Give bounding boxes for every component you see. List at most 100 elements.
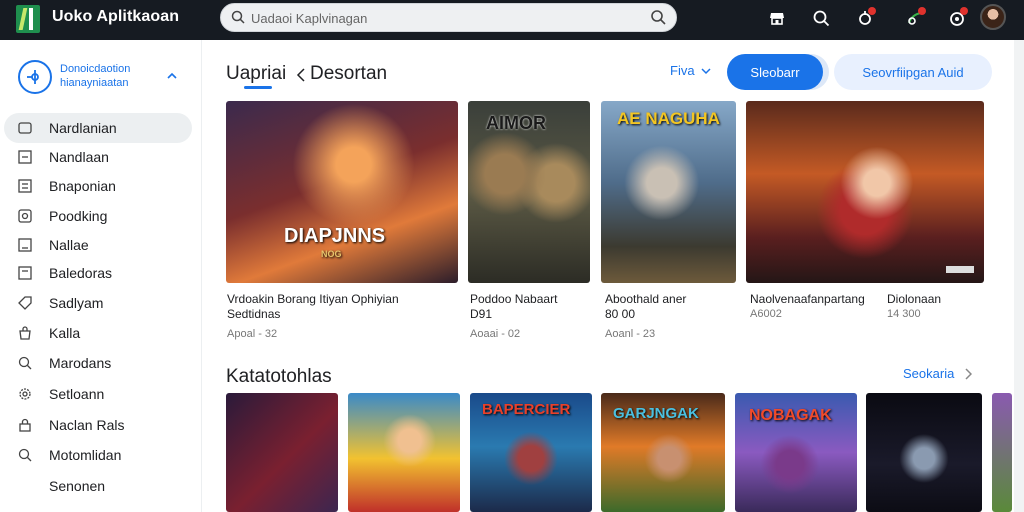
sidebar-item-label: Poodking [49,208,108,224]
scrollbar[interactable] [1014,40,1024,512]
thumb-card-4[interactable]: NOBAGAK [735,393,857,512]
chevron-left-icon[interactable] [296,68,306,82]
sidebar-item-8[interactable]: Marodans [4,348,192,378]
cover-title: AIMOR [486,113,546,133]
cover-title: GARJNGAK [613,405,699,422]
notification-icon[interactable] [853,6,877,30]
thumb-card-1[interactable] [348,393,460,512]
notification-badge [868,7,876,15]
avatar[interactable] [980,4,1006,30]
filter-dropdown[interactable]: Fiva [670,63,711,78]
card-meta: A6002 [750,308,782,320]
grid-icon [18,266,32,280]
lock-icon [19,418,31,432]
card-subtitle: 80 00 [605,307,636,321]
card-title: Naolvenaafanpartang [750,292,865,306]
store-icon[interactable] [765,6,789,30]
gear-icon [19,388,31,400]
sidebar-header-label: Donoicdaotion hianayniaatan [60,63,131,89]
thumb-card-0[interactable] [226,393,338,512]
sidebar-item-label: Nardlanian [49,120,117,136]
tab-underline [244,86,272,89]
search-icon[interactable] [809,6,833,30]
sidebar-item-label: Nandlaan [49,149,109,165]
games-icon [18,122,32,134]
sidebar-item-label: Senonen [49,478,106,494]
sidebar-item-0[interactable]: Nardlanian [4,113,192,143]
tab-desortan[interactable]: Desortan [310,63,387,85]
book-icon [18,238,32,252]
section-title: Uapriai [226,63,287,84]
alert-badge [960,7,968,15]
sidebar-item-7[interactable]: Kalla [4,318,192,348]
card-meta: 14 300 [887,308,921,320]
sidebar-item-label: Setloann [49,386,105,402]
see-all-label: Seokaria [903,366,955,381]
top-bar: Uoko Aplitkaoan [0,0,1024,40]
sidebar-item-label: Motomlidan [49,447,122,463]
search-submit-icon[interactable] [650,9,666,25]
search-bar[interactable] [220,3,677,32]
sidebar-item-3[interactable]: Poodking [4,201,192,231]
sidebar-item-4[interactable]: Nallae [4,230,192,260]
rating-badge [946,266,974,273]
alert-icon[interactable] [945,6,969,30]
card-title: Poddoo Nabaart [470,292,558,306]
sidebar-item-12[interactable]: Senonen [4,471,192,501]
sidebar-item-label: Baledoras [49,265,113,281]
chevron-down-icon [701,67,711,74]
sidebar-item-10[interactable]: Naclan Rals [4,410,192,440]
sidebar-item-2[interactable]: Bnaponian [4,171,192,201]
sidebar-item-label: Bnaponian [49,178,116,194]
thumb-card-3[interactable]: GARJNGAK [601,393,725,512]
sidebar-item-6[interactable]: Sadlyam [4,288,192,318]
chat-icon[interactable] [903,6,927,30]
list-icon [18,150,32,164]
featured-card-0[interactable]: DIAPJNNS NOG [226,101,458,283]
thumb-card-2[interactable]: BAPERCIER [470,393,592,512]
compass-icon [18,60,52,94]
sidebar: Donoicdaotion hianayniaatan Nardlanian N… [0,40,202,512]
chevron-up-icon[interactable] [166,70,178,82]
cover-title: AE NAGUHA [617,109,720,128]
app-logo[interactable] [16,5,40,33]
magnify-icon [18,356,32,370]
filter-label: Fiva [670,63,695,78]
card-meta: Apoal - 32 [227,328,278,340]
card-meta: Aoanl - 23 [605,328,656,340]
featured-card-1[interactable]: AIMOR [468,101,590,283]
card-meta: Aoaai - 02 [470,328,521,340]
thumb-card-6[interactable] [992,393,1012,512]
sidebar-item-5[interactable]: Baledoras [4,258,192,288]
bag-icon [19,326,31,340]
cover-title: BAPERCIER [482,401,571,418]
primary-button[interactable]: Sleobarr [727,54,823,90]
featured-card-3[interactable] [746,101,984,283]
sidebar-item-label: Nallae [49,237,89,253]
cover-title: NOBAGAK [749,407,832,424]
sidebar-item-9[interactable]: Setloann [4,379,192,409]
sidebar-item-1[interactable]: Nandlaan [4,142,192,172]
secondary-button[interactable]: Seovrfiipgan Auid [834,54,992,90]
search-icon [18,448,32,462]
thumb-card-5[interactable] [866,393,982,512]
see-all-link[interactable]: Seokaria [903,366,973,381]
cover-title: DIAPJNNS [284,225,386,247]
search-icon [231,10,245,24]
featured-card-2[interactable]: AE NAGUHA [601,101,736,283]
card-title: Diolonaan [887,292,942,306]
sidebar-header[interactable]: Donoicdaotion hianayniaatan [18,60,188,100]
chevron-right-icon [965,367,973,380]
cover-subtitle: NOG [321,249,342,259]
apps-icon [18,179,32,193]
card-title: Vrdoakin Borang Itiyan Ophiyian [227,292,399,306]
tag-icon [18,296,32,310]
sidebar-item-label: Naclan Rals [49,417,125,433]
sidebar-item-label: Sadlyam [49,295,104,311]
search-input[interactable] [251,8,631,28]
sidebar-item-label: Kalla [49,325,81,341]
card-title: Aboothald aner [605,292,687,306]
card-subtitle: D91 [470,307,493,321]
sidebar-item-11[interactable]: Motomlidan [4,440,192,470]
movies-icon [18,209,32,223]
